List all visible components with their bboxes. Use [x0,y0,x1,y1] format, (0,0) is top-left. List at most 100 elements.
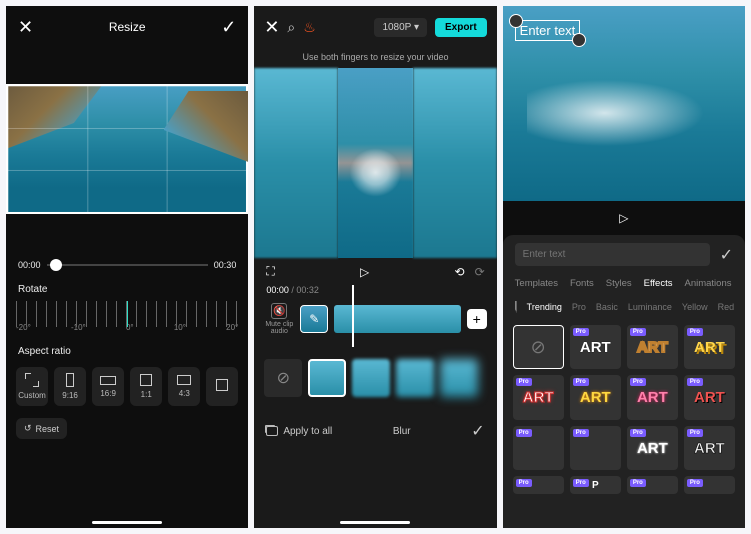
tab-animations[interactable]: Animations [684,278,731,289]
effect-blur-3[interactable] [440,359,478,397]
aspect-label: Aspect ratio [6,332,248,361]
flame-icon[interactable]: ♨ [303,19,316,36]
preview-panel-left [254,68,338,258]
effect-item[interactable]: Pro [627,476,678,494]
effect-item[interactable]: ProART [570,375,621,419]
rotate-label: Rotate [6,270,248,299]
effect-item[interactable]: ProART [684,325,735,369]
effect-blur-1[interactable] [352,359,390,397]
crop-grid[interactable] [6,84,248,214]
screen-text-effects: Enter text ▷ ✓ Templates Fonts Styles Ef… [503,6,745,528]
ratio-custom[interactable]: Custom [16,367,48,406]
tab-templates[interactable]: Templates [515,278,558,289]
confirm-icon[interactable]: ✓ [720,245,733,265]
subtab-yellow[interactable]: Yellow [682,302,708,312]
apply-to-all-button[interactable]: Apply to all [266,426,332,437]
ratio-icon [177,375,191,385]
redo-icon[interactable]: ⟳ [475,265,485,279]
effects-grid: ⊘ ProART ProART ProART ProART ProART Pro… [503,321,745,504]
undo-redo: ⟲⟳ [455,265,485,279]
effect-item[interactable]: ProART [627,375,678,419]
ratio-4-3[interactable]: 4:3 [168,367,200,406]
reset-icon: ↺ [24,423,32,434]
effect-none[interactable]: ⊘ [264,359,302,397]
text-input[interactable] [515,243,710,266]
main-tabs: Templates Fonts Styles Effects Animation… [503,274,745,297]
effect-item[interactable]: ProART [627,325,678,369]
time-slider[interactable] [47,264,208,266]
video-preview[interactable] [6,84,248,214]
reset-button[interactable]: ↺Reset [16,418,67,439]
effect-item[interactable]: ProART [684,426,735,470]
tab-fonts[interactable]: Fonts [570,278,594,289]
confirm-icon[interactable]: ✓ [221,17,236,38]
tab-styles[interactable]: Styles [606,278,632,289]
blur-options: ⊘ [254,343,496,413]
mute-audio-button[interactable]: 🔇 Mute clip audio [264,303,294,335]
playback-controls: ⛶ ▷ ⟲⟳ [254,258,496,285]
ratio-1-1[interactable]: 1:1 [130,367,162,406]
effect-item[interactable]: Pro [513,476,564,494]
close-icon[interactable]: ✕ [264,17,279,38]
subtab-trending[interactable]: Trending [527,302,562,312]
export-button[interactable]: Export [435,18,487,37]
ratio-icon [216,379,228,391]
effect-item[interactable]: ProART [627,426,678,470]
bookmark-icon[interactable] [515,301,517,313]
resolution-button[interactable]: 1080P ▾ [374,18,427,37]
home-indicator[interactable] [340,521,410,524]
playhead[interactable] [352,285,354,347]
subtab-basic[interactable]: Basic [596,302,618,312]
subtab-pro[interactable]: Pro [572,302,586,312]
rotate-ruler[interactable] [16,301,238,327]
time-end: 00:30 [214,260,237,270]
play-icon[interactable]: ▷ [360,265,369,279]
subtab-luminance[interactable]: Luminance [628,302,672,312]
effect-item[interactable]: ProART [513,375,564,419]
undo-icon[interactable]: ⟲ [455,265,465,279]
preview-panel-center [338,68,413,258]
screen-resize: ✕ Resize ✓ 00:00 00:30 Rotate -20° -10° … [6,6,248,528]
ratio-icon [140,374,152,386]
fullscreen-icon[interactable]: ⛶ [266,264,274,279]
effect-item[interactable]: ProP [570,476,621,494]
ratio-9-16[interactable]: 9:16 [54,367,86,406]
ratio-icon [66,373,74,387]
effect-none[interactable]: ⊘ [513,325,564,369]
time-display: 00:00 / 00:32 [254,285,496,295]
effect-blur-2[interactable] [396,359,434,397]
stack-icon [266,426,278,436]
effect-item[interactable]: Pro [684,476,735,494]
effect-item[interactable]: Pro [513,426,564,470]
confirm-icon[interactable]: ✓ [471,421,484,441]
hint-text: Use both fingers to resize your video [254,48,496,68]
text-overlay[interactable]: Enter text [515,20,581,41]
ratio-more[interactable] [206,367,238,406]
play-button[interactable]: ▷ [503,201,745,235]
speaker-off-icon: 🔇 [271,303,287,319]
video-preview[interactable]: Enter text [503,6,745,201]
page-title: Resize [109,20,146,34]
ratio-16-9[interactable]: 16:9 [92,367,124,406]
video-preview[interactable] [254,68,496,258]
add-clip-button[interactable]: + [467,309,487,329]
home-indicator[interactable] [92,521,162,524]
search-icon[interactable]: ⌕ [287,19,295,36]
footer-bar: Apply to all Blur ✓ [254,413,496,449]
tab-effects[interactable]: Effects [644,278,673,289]
close-icon[interactable]: ✕ [18,17,33,38]
effect-item[interactable]: ProART [684,375,735,419]
aspect-ratio-row: Custom 9:16 16:9 1:1 4:3 [6,361,248,412]
ratio-icon [100,376,116,385]
effect-item[interactable]: ProART [570,325,621,369]
slider-knob[interactable] [50,259,62,271]
clip-being-edited[interactable]: ✎ [300,305,328,333]
time-slider-row: 00:00 00:30 [6,260,248,270]
subtab-red[interactable]: Red [718,302,735,312]
effect-item[interactable]: Pro [570,426,621,470]
expand-icon [25,373,39,387]
timeline[interactable]: 🔇 Mute clip audio ✎ + [254,295,496,343]
sub-tabs: Trending Pro Basic Luminance Yellow Red [503,297,745,321]
screen-editor: ✕ ⌕ ♨ 1080P ▾ Export Use both fingers to… [254,6,496,528]
effect-original[interactable] [308,359,346,397]
